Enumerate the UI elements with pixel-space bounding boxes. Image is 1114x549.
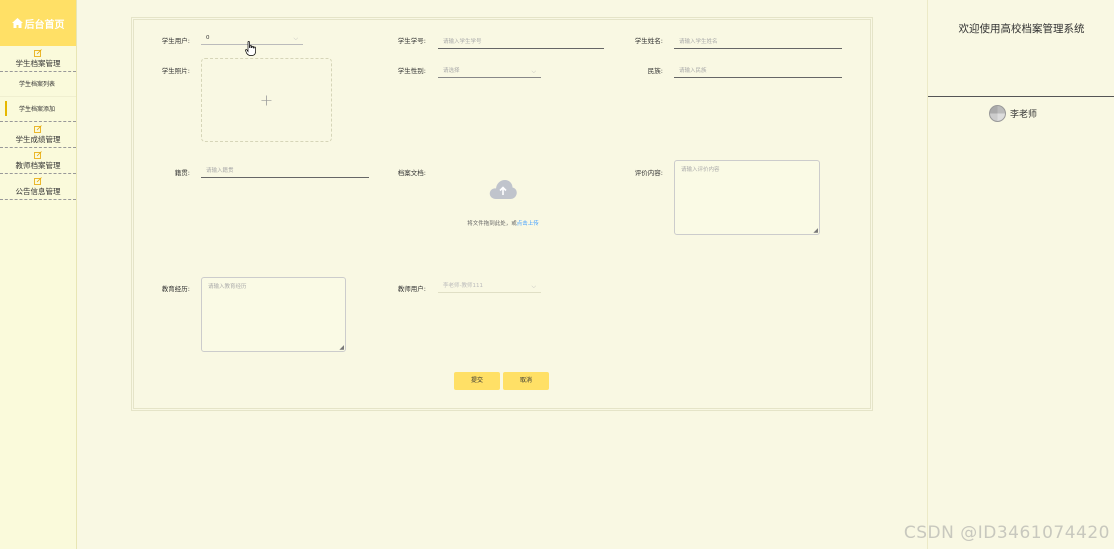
sidebar-group-label: 公告信息管理 xyxy=(15,187,61,196)
submit-button[interactable]: 提交 xyxy=(454,372,500,390)
cloud-upload-icon xyxy=(489,179,517,199)
home-icon xyxy=(11,18,23,28)
sidebar-group-label: 学生成绩管理 xyxy=(15,135,61,144)
archive-doc-dropzone[interactable]: 将文件拖到此处，或点击上传 xyxy=(438,178,568,229)
education-textarea[interactable]: 请输入教育经历 ◢ xyxy=(201,277,346,352)
archive-doc-label: 档案文档: xyxy=(397,169,426,177)
evaluation-textarea[interactable]: 请输入评价内容 ◢ xyxy=(674,160,820,235)
student-no-input[interactable]: 请输入学生学号 xyxy=(438,35,604,49)
teacher-user-value: 李老师-教师111 xyxy=(443,283,483,289)
education-placeholder: 请输入教育经历 xyxy=(208,284,247,290)
click-upload-link[interactable]: 点击上传 xyxy=(517,221,539,227)
evaluation-placeholder: 请输入评价内容 xyxy=(681,167,720,173)
student-name-input[interactable]: 请输入学生姓名 xyxy=(674,35,842,49)
watermark: CSDN @ID3461074420 xyxy=(903,523,1110,543)
student-gender-select[interactable]: 请选择 ⌵ xyxy=(438,64,541,78)
native-place-input[interactable]: 请输入籍贯 xyxy=(201,164,369,178)
hand-cursor-icon xyxy=(245,41,256,56)
sidebar-group-teacher-archive[interactable]: 教师档案管理 xyxy=(0,148,76,174)
sidebar-group-label: 教师档案管理 xyxy=(15,161,61,170)
drag-hint: 将文件拖到此处，或点击上传 xyxy=(467,221,539,227)
sidebar-home-label: 后台首页 xyxy=(24,19,65,31)
edit-icon xyxy=(34,177,42,185)
cancel-button[interactable]: 取消 xyxy=(503,372,549,390)
sidebar-home-link[interactable]: 后台首页 xyxy=(0,0,76,46)
student-gender-placeholder: 请选择 xyxy=(443,68,460,74)
chevron-down-icon: ⌵ xyxy=(531,283,536,290)
education-label: 教育经历: xyxy=(161,285,190,293)
resize-handle-icon[interactable]: ◢ xyxy=(813,227,818,234)
welcome-title: 欢迎使用高校档案管理系统 xyxy=(958,23,1085,35)
sidebar-group-student-archive[interactable]: 学生档案管理 xyxy=(0,46,76,72)
native-place-label: 籍贯: xyxy=(174,169,190,177)
archive-form-card: 学生用户: 0 ⌵ 学生学号: 请输入学生学号 学生姓名: 请输入学生姓名 学生… xyxy=(131,17,873,411)
edit-icon xyxy=(34,151,42,159)
teacher-user-label: 教师用户: xyxy=(397,285,426,293)
sidebar-group-label: 学生档案管理 xyxy=(15,59,61,68)
sidebar-item-student-archive-list[interactable]: 学生档案列表 xyxy=(0,72,76,97)
chevron-down-icon: ⌵ xyxy=(531,68,536,75)
evaluation-label: 评价内容: xyxy=(634,169,663,177)
resize-handle-icon[interactable]: ◢ xyxy=(339,344,344,351)
student-user-label: 学生用户: xyxy=(161,37,190,45)
ethnicity-label: 民族: xyxy=(647,67,663,75)
edit-icon xyxy=(34,125,42,133)
photo-upload-box[interactable]: + xyxy=(201,58,332,142)
username: 李老师 xyxy=(1010,110,1038,120)
sidebar-item-student-archive-add[interactable]: 学生档案添加 xyxy=(0,97,76,122)
student-no-label: 学生学号: xyxy=(397,37,426,45)
user-info[interactable]: 李老师 xyxy=(989,105,1037,122)
student-user-value: 0 xyxy=(206,35,210,41)
right-panel: 欢迎使用高校档案管理系统 李老师 xyxy=(927,0,1114,549)
teacher-user-select: 李老师-教师111 ⌵ xyxy=(438,279,541,293)
chevron-down-icon: ⌵ xyxy=(293,35,298,42)
ethnicity-input[interactable]: 请输入民族 xyxy=(674,64,842,78)
edit-icon xyxy=(34,49,42,57)
plus-icon: + xyxy=(259,90,274,110)
student-name-label: 学生姓名: xyxy=(634,37,663,45)
avatar xyxy=(989,105,1006,122)
divider xyxy=(928,96,1114,97)
sidebar-group-announcements[interactable]: 公告信息管理 xyxy=(0,174,76,200)
sidebar: 后台首页 学生档案管理 学生档案列表 学生档案添加 学生成绩管理 教师档案管理 … xyxy=(0,0,77,549)
sidebar-group-student-grades[interactable]: 学生成绩管理 xyxy=(0,122,76,148)
student-photo-label: 学生照片: xyxy=(161,67,190,75)
student-gender-label: 学生性别: xyxy=(397,67,426,75)
